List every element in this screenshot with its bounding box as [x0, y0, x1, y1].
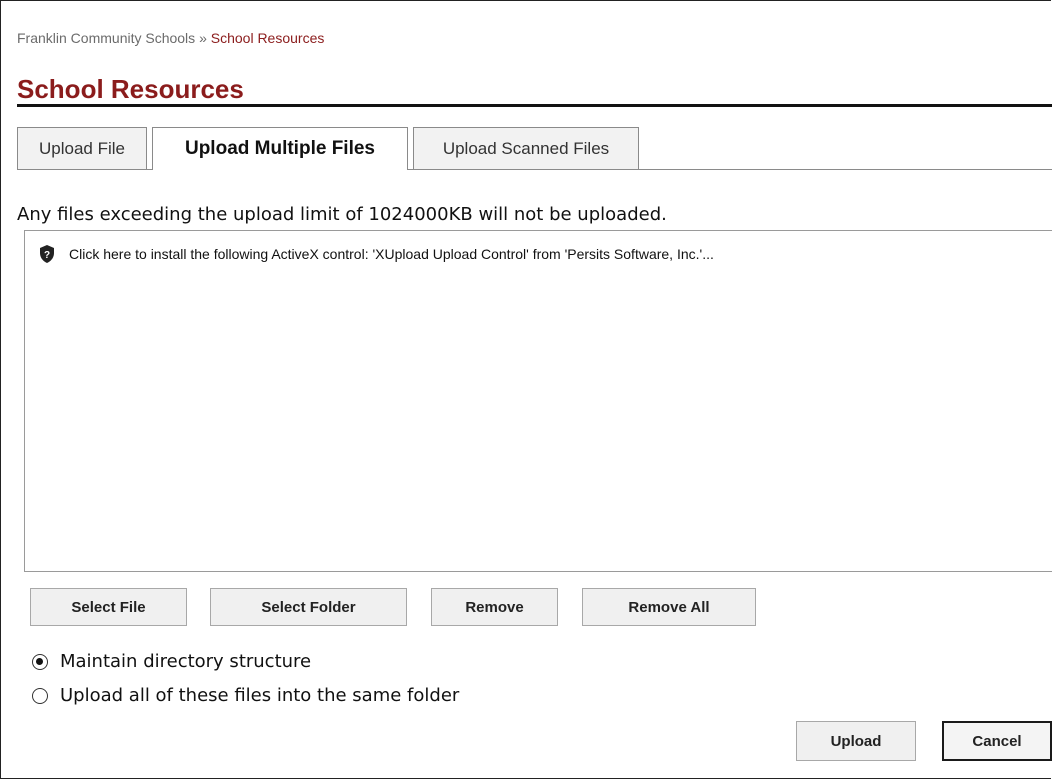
option-label: Maintain directory structure — [60, 651, 312, 672]
radio-same-folder[interactable] — [32, 687, 48, 704]
file-list-box[interactable]: ? Click here to install the following Ac… — [24, 230, 1052, 572]
title-divider — [17, 104, 1052, 107]
select-folder-button[interactable]: Select Folder — [210, 588, 407, 626]
upload-limit-notice: Any files exceeding the upload limit of … — [17, 204, 667, 225]
tab-upload-scanned-files[interactable]: Upload Scanned Files — [413, 127, 639, 169]
activex-install-prompt[interactable]: ? Click here to install the following Ac… — [39, 245, 714, 263]
breadcrumb-current[interactable]: School Resources — [211, 30, 325, 46]
remove-all-button[interactable]: Remove All — [582, 588, 756, 626]
shield-icon: ? — [39, 245, 55, 263]
cancel-button[interactable]: Cancel — [942, 721, 1052, 761]
page-title: School Resources — [17, 74, 244, 104]
svg-text:?: ? — [44, 250, 50, 261]
upload-button[interactable]: Upload — [796, 721, 916, 761]
option-maintain-directory[interactable]: Maintain directory structure — [32, 651, 311, 672]
option-label: Upload all of these files into the same … — [60, 685, 460, 706]
select-file-button[interactable]: Select File — [30, 588, 187, 626]
option-same-folder[interactable]: Upload all of these files into the same … — [32, 685, 459, 706]
tab-bar: Upload File Upload Multiple Files Upload… — [17, 127, 1052, 170]
tab-upload-multiple-files[interactable]: Upload Multiple Files — [152, 127, 408, 170]
breadcrumb-parent-link[interactable]: Franklin Community Schools — [17, 30, 195, 46]
breadcrumb: Franklin Community Schools » School Reso… — [17, 30, 324, 46]
tab-upload-file[interactable]: Upload File — [17, 127, 147, 169]
breadcrumb-separator: » — [199, 30, 207, 46]
activex-message: Click here to install the following Acti… — [69, 246, 714, 262]
radio-maintain-directory[interactable] — [32, 653, 48, 670]
remove-button[interactable]: Remove — [431, 588, 558, 626]
